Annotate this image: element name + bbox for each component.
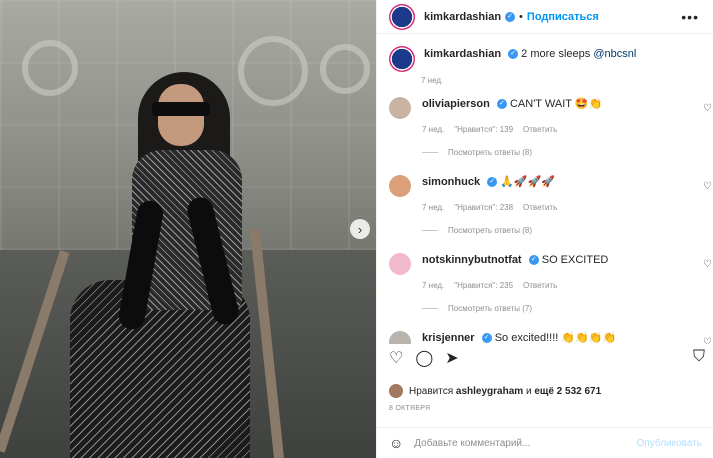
comment-likes-count[interactable]: "Нравится": 238 [454,203,513,212]
caption-author-avatar[interactable] [389,46,415,72]
comment-likes-count[interactable]: "Нравится": 139 [454,125,513,134]
comment-meta: 7 нед. "Нравится": 139 Ответить [422,125,702,134]
replies-line [422,152,438,153]
next-photo-arrow-icon[interactable]: › [350,219,370,239]
comment-item: simonhuck ✓ 🙏🚀🚀🚀 ♡ 7 нед. "Нравится": 23… [377,175,713,235]
commenter-avatar[interactable] [389,253,411,275]
comment-like-heart-icon[interactable]: ♡ [703,103,712,114]
verified-icon: ✓ [487,177,498,188]
commenter-avatar[interactable] [389,175,411,197]
likes-count-link[interactable]: ещё 2 532 671 [534,386,601,397]
comments-list[interactable]: kimkardashian ✓ 2 more sleeps @nbcsnl 7 … [377,34,713,344]
commenter-username[interactable]: oliviapierson [422,98,490,110]
view-replies-label[interactable]: Посмотреть ответы (7) [448,304,532,313]
view-replies-link[interactable]: Посмотреть ответы (8) [422,148,702,157]
share-icon[interactable]: ➤ [445,348,458,368]
author-username[interactable]: kimkardashian [424,11,501,23]
follow-button[interactable]: Подписаться [527,11,599,23]
publish-button[interactable]: Опубликовать [637,438,702,449]
commenter-avatar[interactable] [389,97,411,119]
comment-like-heart-icon[interactable]: ♡ [703,181,712,192]
view-replies-link[interactable]: Посмотреть ответы (7) [422,304,702,313]
replies-line [422,308,438,309]
liker-username[interactable]: ashleygraham [456,386,523,397]
author-avatar[interactable] [389,3,415,30]
more-options-icon[interactable]: ••• [681,9,699,25]
caption-body: 2 more sleeps [521,48,591,60]
post-photo[interactable]: › [0,0,376,458]
comment-body: oliviapierson ✓ CAN'T WAIT 🤩👏 [422,97,602,111]
comment-body: krisjenner ✓ So excited!!!! 👏👏👏👏 [422,331,616,344]
verified-icon: ✓ [508,49,519,60]
comment-timestamp[interactable]: 7 нед. [422,203,444,212]
liker-avatar[interactable] [389,384,403,398]
photo-figure-sunglasses [152,102,210,116]
replies-line [422,230,438,231]
comment-like-heart-icon[interactable]: ♡ [703,259,712,270]
photo-window-ornament [238,36,308,106]
comment-text: CAN'T WAIT 🤩👏 [509,98,603,110]
comment-icon[interactable]: ◯ [415,348,433,368]
comment-reply-button[interactable]: Ответить [523,125,557,134]
commenter-avatar[interactable] [389,331,411,344]
view-replies-label[interactable]: Посмотреть ответы (8) [448,226,532,235]
header-separator: • [519,10,523,23]
comment-meta: 7 нед. "Нравится": 235 Ответить [422,281,702,290]
comment-text: So excited!!!! 👏👏👏👏 [494,332,617,344]
caption-text: kimkardashian ✓ 2 more sleeps @nbcsnl [424,46,636,72]
comment-reply-button[interactable]: Ответить [523,203,557,212]
bookmark-icon[interactable]: ⛉ [693,348,705,366]
caption-mention-link[interactable]: @nbcsnl [593,48,636,60]
post-date[interactable]: 8 ОКТЯБРЯ [389,405,430,412]
comment-meta: 7 нед. "Нравится": 238 Ответить [422,203,702,212]
comment-text: SO EXCITED [541,254,609,266]
post-actions: ♡ ◯ ➤ [389,348,459,368]
verified-icon: ✓ [481,333,492,344]
verified-icon: ✓ [505,11,516,22]
comment-composer: ☺ Опубликовать [377,427,713,458]
comment-item: oliviapierson ✓ CAN'T WAIT 🤩👏 ♡ 7 нед. "… [377,97,713,157]
caption-timestamp[interactable]: 7 нед. [421,76,713,85]
emoji-icon[interactable]: ☺ [389,435,403,451]
comment-likes-count[interactable]: "Нравится": 235 [454,281,513,290]
post-panel: kimkardashian ✓ • Подписаться ••• kimkar… [376,0,713,458]
caption-username[interactable]: kimkardashian [424,48,501,60]
comment-body: notskinnybutnotfat ✓ SO EXCITED [422,253,608,267]
comment-timestamp[interactable]: 7 нед. [422,281,444,290]
post-header: kimkardashian ✓ • Подписаться ••• [377,0,713,34]
like-heart-icon[interactable]: ♡ [389,348,403,368]
commenter-username[interactable]: notskinnybutnotfat [422,254,522,266]
verified-icon: ✓ [496,99,507,110]
comment-text: 🙏🚀🚀🚀 [500,176,555,188]
verified-icon: ✓ [528,255,539,266]
photo-window-ornament [22,40,78,96]
comment-input[interactable] [414,437,615,449]
comment-timestamp[interactable]: 7 нед. [422,125,444,134]
likes-prefix: Нравится [409,385,454,397]
comment-body: simonhuck ✓ 🙏🚀🚀🚀 [422,175,555,189]
comment-item: krisjenner ✓ So excited!!!! 👏👏👏👏 ♡ [377,331,713,344]
commenter-username[interactable]: simonhuck [422,176,480,188]
comment-item: notskinnybutnotfat ✓ SO EXCITED ♡ 7 нед.… [377,253,713,313]
view-replies-link[interactable]: Посмотреть ответы (8) [422,226,702,235]
comment-reply-button[interactable]: Ответить [523,281,557,290]
comment-like-heart-icon[interactable]: ♡ [703,337,712,344]
photo-window-ornament [320,44,370,94]
likes-middle: и [525,385,532,397]
post-caption: kimkardashian ✓ 2 more sleeps @nbcsnl [377,34,713,72]
likes-summary: Нравится ashleygraham и ещё 2 532 671 [389,384,601,398]
view-replies-label[interactable]: Посмотреть ответы (8) [448,148,532,157]
commenter-username[interactable]: krisjenner [422,332,475,344]
